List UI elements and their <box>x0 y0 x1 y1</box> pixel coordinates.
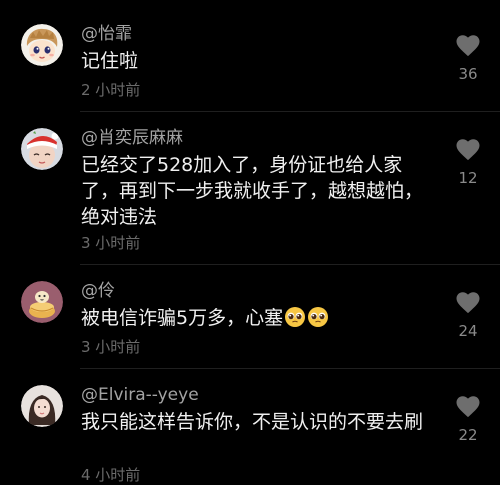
divider <box>80 111 500 112</box>
comment-text: 我只能这样告诉你，不是认识的不要去刷 <box>81 411 424 433</box>
avatar[interactable] <box>21 385 63 427</box>
comment-text-body: 被电信诈骗5万多，心塞 <box>81 307 284 329</box>
baby-santa-hat-avatar-icon <box>21 128 63 170</box>
heart-icon <box>456 35 480 57</box>
like-count: 36 <box>458 65 478 83</box>
comment-username[interactable]: @肖奕辰麻麻 <box>81 128 183 148</box>
like-button[interactable]: 36 <box>450 34 486 83</box>
cartoon-food-avatar-icon <box>21 281 63 323</box>
divider <box>80 368 500 369</box>
heart-icon <box>456 139 480 161</box>
divider <box>80 264 500 265</box>
like-button[interactable]: 24 <box>450 291 486 340</box>
avatar[interactable] <box>21 24 63 66</box>
comment-text: 已经交了528加入了，身份证也给人家了，再到下一步我就收手了，越想越怕，绝对违法 <box>81 154 424 228</box>
girl-photo-avatar-icon <box>21 385 63 427</box>
avatar[interactable] <box>21 128 63 170</box>
like-button[interactable]: 22 <box>450 395 486 444</box>
comment-text: 记住啦 <box>81 50 139 72</box>
heart-icon <box>456 292 480 314</box>
comment-username[interactable]: @Elvira--yeye <box>81 385 199 405</box>
cartoon-boy-avatar-icon <box>21 24 63 66</box>
comment-username[interactable]: @伶 <box>81 281 115 301</box>
like-count: 22 <box>458 426 478 444</box>
comment-timestamp: 3 小时前 <box>81 234 141 252</box>
comment-username[interactable]: @怡霏 <box>81 24 132 44</box>
comment-timestamp: 2 小时前 <box>81 81 141 99</box>
like-count: 24 <box>458 322 478 340</box>
like-count: 12 <box>458 169 478 187</box>
comment-text: 被电信诈骗5万多，心塞 <box>81 305 426 335</box>
pleading-face-emoji-icon <box>307 306 329 335</box>
comment-timestamp: 4 小时前 <box>81 466 141 484</box>
avatar[interactable] <box>21 281 63 323</box>
like-button[interactable]: 12 <box>450 138 486 187</box>
pleading-face-emoji-icon <box>284 306 306 335</box>
heart-icon <box>456 396 480 418</box>
comment-timestamp: 3 小时前 <box>81 338 141 356</box>
